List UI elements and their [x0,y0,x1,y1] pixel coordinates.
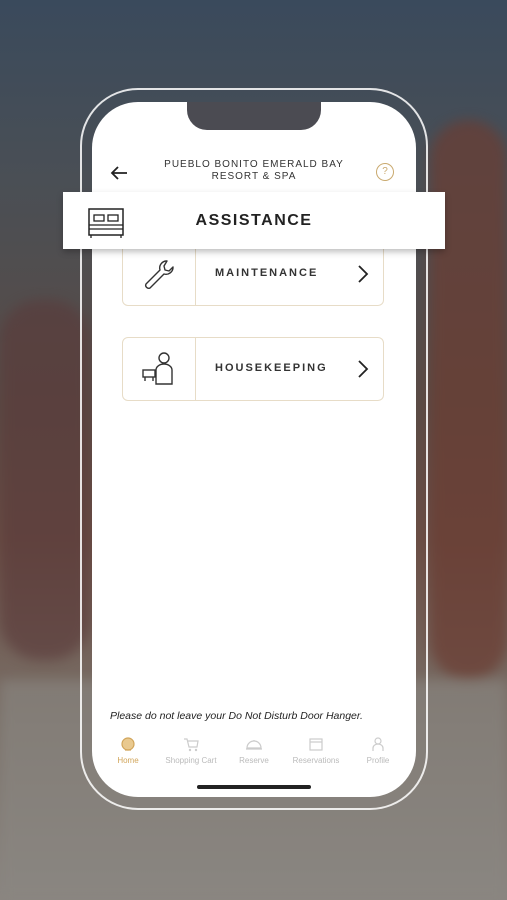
maintenance-card[interactable]: MAINTENANCE [122,242,384,306]
tab-home[interactable]: Home [96,736,160,765]
help-icon[interactable]: ? [376,163,394,181]
reserve-icon [246,740,262,750]
assistance-title: ASSISTANCE [195,212,313,229]
housekeeping-icon [142,352,173,385]
door-hanger-notice: Please do not leave your Do Not Disturb … [110,710,363,722]
tab-profile-label: Profile [366,756,390,765]
tab-shopping-cart[interactable]: Shopping Cart [159,736,223,765]
maintenance-icon-box [123,243,196,305]
bottom-tab-bar: Home Shopping Cart Reserve Reservations [92,736,416,776]
housekeeping-icon-box [123,338,196,400]
tab-reserve-label: Reserve [239,756,269,765]
chevron-right-icon [358,265,369,283]
calendar-icon [309,738,323,751]
phone-notch [187,102,321,130]
wrench-icon [145,260,174,289]
title-line-2: RESORT & SPA [211,171,297,182]
profile-icon [372,737,384,751]
assistance-banner: ASSISTANCE [63,192,445,249]
back-arrow-icon[interactable] [108,162,130,184]
title-line-1: PUEBLO BONITO EMERALD BAY [164,159,344,170]
tab-shopping-cart-label: Shopping Cart [165,756,217,765]
home-icon [121,737,135,751]
tab-reserve[interactable]: Reserve [222,736,286,765]
background-building-left [0,300,90,660]
home-indicator[interactable] [197,785,311,789]
app-header: PUEBLO BONITO EMERALD BAY RESORT & SPA ? [92,152,416,192]
tab-profile[interactable]: Profile [346,736,410,765]
housekeeping-label: HOUSEKEEPING [215,362,328,374]
tab-reservations-label: Reservations [292,756,340,765]
cart-icon [184,738,199,752]
page-title: PUEBLO BONITO EMERALD BAY RESORT & SPA [152,159,356,183]
maintenance-label: MAINTENANCE [215,267,319,279]
housekeeping-card[interactable]: HOUSEKEEPING [122,337,384,401]
tab-reservations[interactable]: Reservations [284,736,348,765]
chevron-right-icon [358,360,369,378]
tab-home-label: Home [117,756,139,765]
